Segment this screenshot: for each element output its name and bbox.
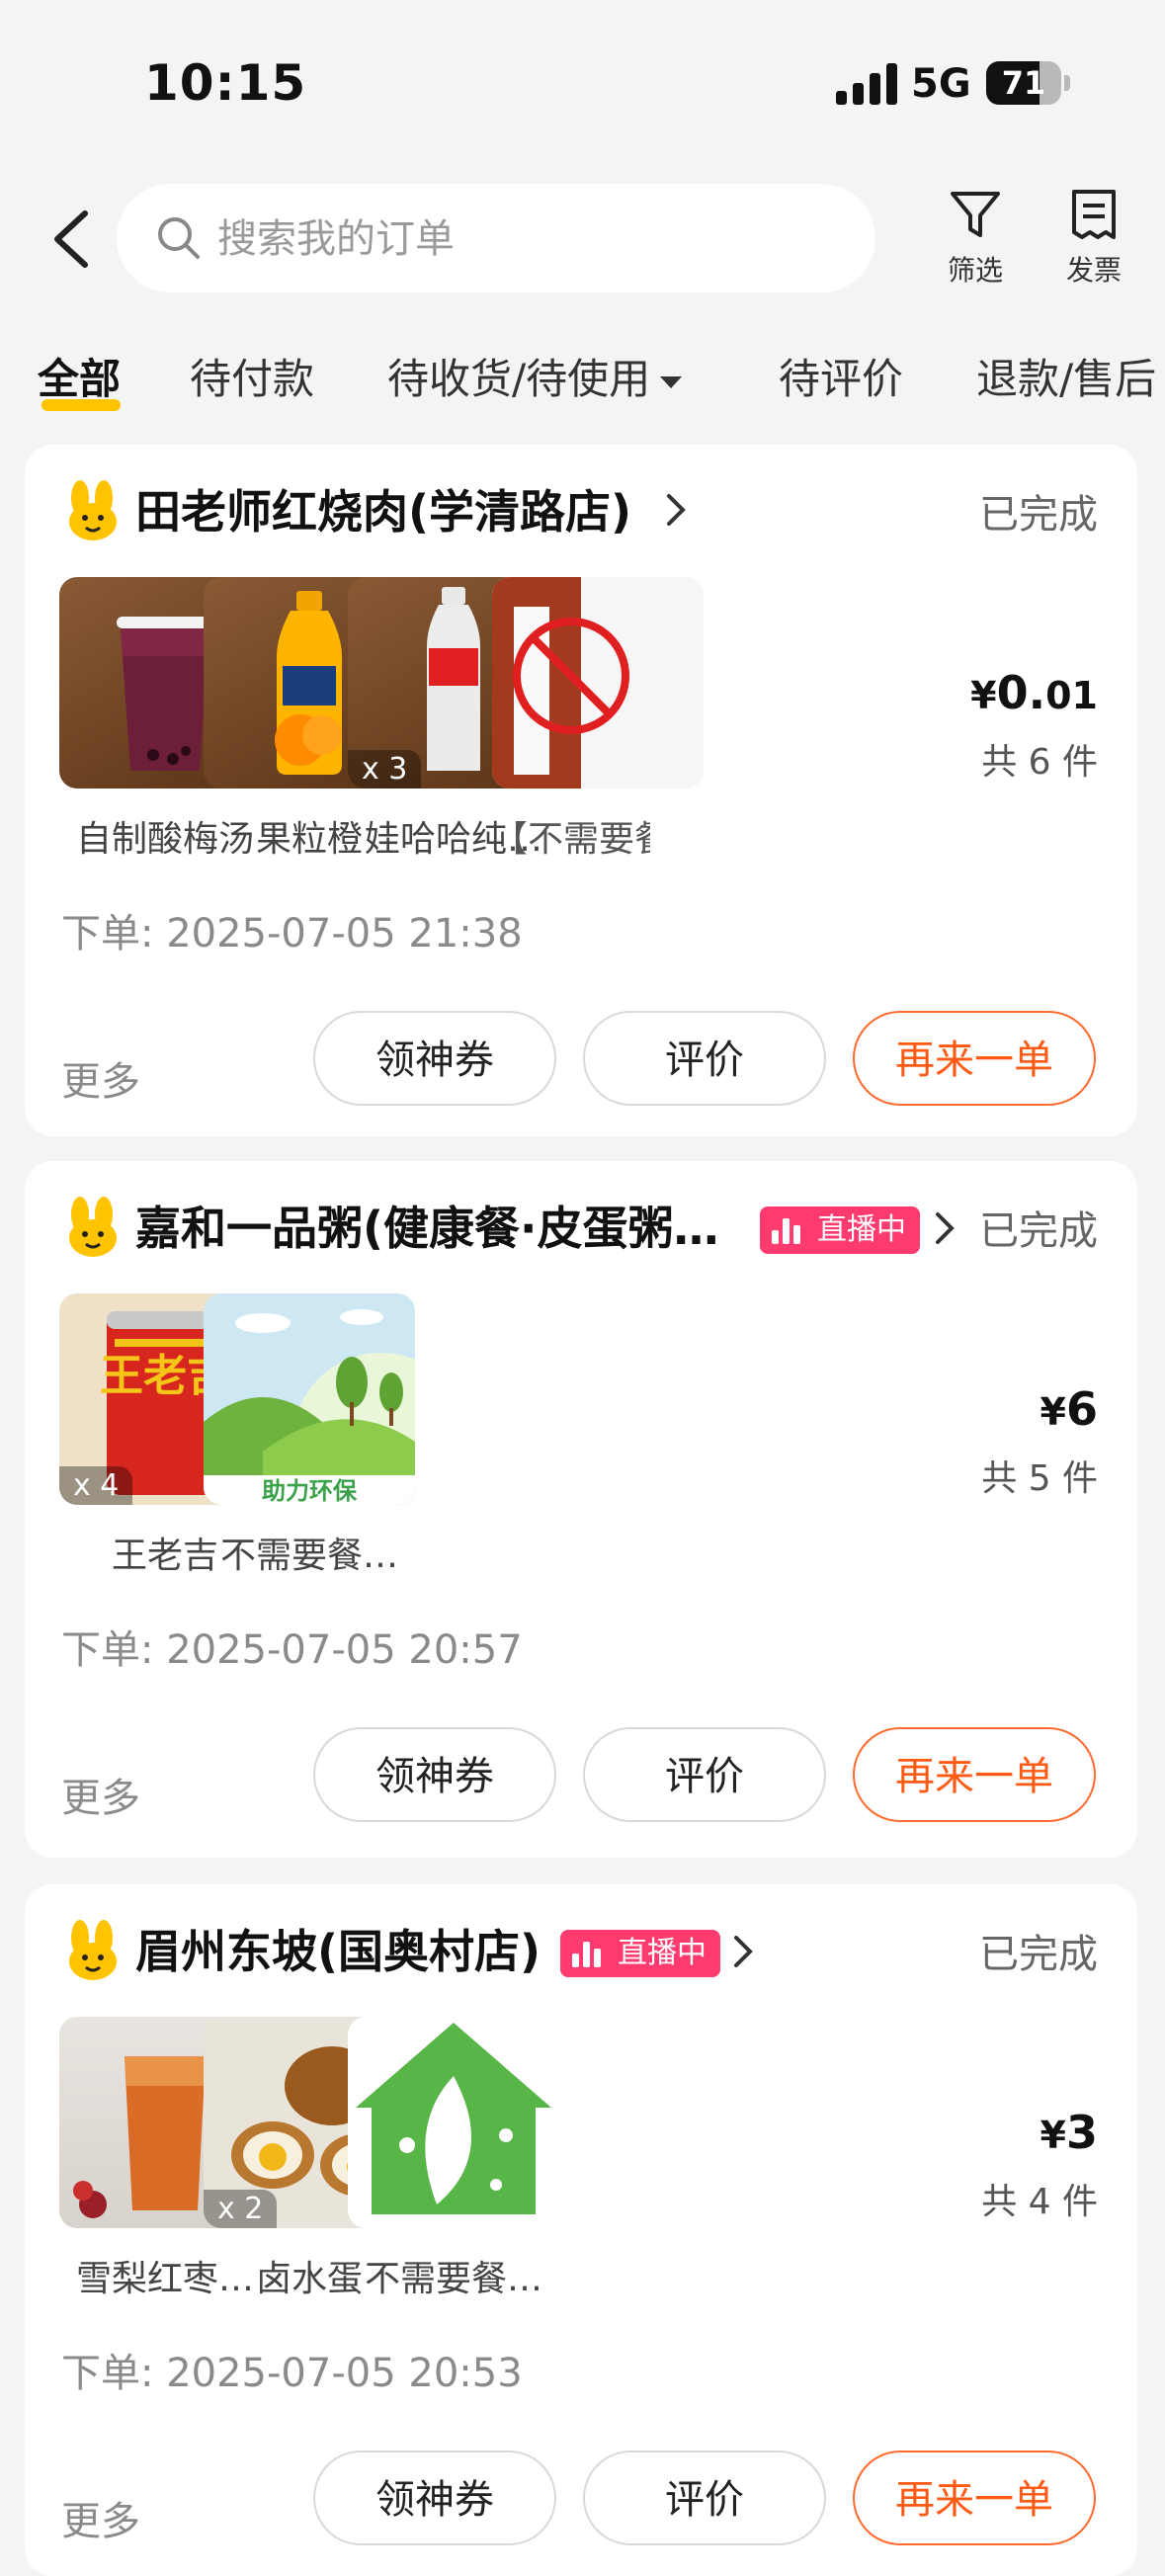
- get-coupon-button[interactable]: 领神券: [313, 1727, 556, 1822]
- signal-icon: [836, 63, 899, 105]
- filter-label: 筛选: [947, 254, 1003, 287]
- item-image[interactable]: 助力环保: [204, 1293, 415, 1505]
- order-status: 已完成: [979, 492, 1098, 538]
- order-price: ¥6: [1040, 1382, 1098, 1436]
- order-status: 已完成: [979, 1208, 1098, 1254]
- order-card[interactable]: 田老师红烧肉(学清路店) 已完成 x 3 自制酸梅汤 果粒橙 娃哈哈纯… 【不需…: [25, 445, 1137, 1136]
- reorder-button[interactable]: 再来一单: [853, 1011, 1096, 1106]
- invoice-icon: [1072, 190, 1116, 239]
- chevron-right-icon: [667, 494, 686, 526]
- meituan-kangaroo-icon: [69, 1920, 117, 1980]
- review-button[interactable]: 评价: [583, 2451, 826, 2545]
- item-name: 不需要餐…: [219, 1536, 398, 1576]
- order-price: ¥0.01: [970, 666, 1098, 719]
- currency-symbol: ¥: [1040, 2114, 1066, 2157]
- get-coupon-button[interactable]: 领神券: [313, 1011, 556, 1106]
- search-input[interactable]: [215, 206, 812, 273]
- caret-down-icon: [660, 375, 683, 388]
- live-bars-icon: [772, 1218, 805, 1244]
- review-button[interactable]: 评价: [583, 1727, 826, 1822]
- eco-friendly-image: 助力环保: [204, 1309, 415, 1505]
- get-coupon-button[interactable]: 领神券: [313, 2451, 556, 2545]
- shop-name[interactable]: 嘉和一品粥(健康餐·皮蛋粥…: [135, 1193, 719, 1258]
- order-time: 下单: 2025-07-05 20:57: [61, 1627, 523, 1673]
- price-decimal: 01: [1045, 674, 1098, 717]
- back-button[interactable]: [49, 209, 99, 269]
- shop-name[interactable]: 田老师红烧肉(学清路店): [135, 476, 631, 541]
- tab-pending-receipt-label: 待收货/待使用: [387, 355, 651, 403]
- order-time: 下单: 2025-07-05 20:53: [61, 2351, 523, 2396]
- filter-button[interactable]: 筛选: [921, 188, 1030, 289]
- item-quantity: x 4: [59, 1466, 133, 1505]
- reorder-button[interactable]: 再来一单: [853, 2451, 1096, 2545]
- order-price: ¥3: [1040, 2106, 1098, 2159]
- no-utensils-image: [492, 577, 629, 789]
- live-badge-label: 直播中: [817, 1212, 906, 1247]
- battery-tip: [1064, 75, 1070, 91]
- live-bars-icon: [572, 1942, 606, 1967]
- currency-symbol: ¥: [1040, 1390, 1066, 1434]
- tab-refund[interactable]: 退款/售后: [976, 346, 1156, 406]
- invoice-button[interactable]: 发票: [1040, 188, 1148, 289]
- item-image[interactable]: [348, 2017, 559, 2228]
- active-tab-indicator: [42, 399, 121, 411]
- item-count: 共 4 件: [981, 2182, 1098, 2222]
- meituan-kangaroo-icon: [69, 1197, 117, 1257]
- currency-symbol: ¥: [970, 674, 997, 717]
- search-bar[interactable]: [117, 184, 875, 292]
- item-count: 共 6 件: [981, 742, 1098, 783]
- reorder-button[interactable]: 再来一单: [853, 1727, 1096, 1822]
- order-status: 已完成: [979, 1932, 1098, 1977]
- tab-pending-review[interactable]: 待评价: [779, 346, 903, 406]
- chevron-left-icon: [54, 210, 88, 268]
- eco-label: 助力环保: [262, 1477, 358, 1505]
- order-tabs: 全部 待付款 待收货/待使用 待评价 退款/售后: [0, 336, 1165, 425]
- meituan-kangaroo-icon: [69, 480, 117, 540]
- order-card[interactable]: 眉州东坡(国奥村店) 直播中 已完成 x 2 雪梨红枣… 卤水蛋 不需要餐… ¥…: [25, 1884, 1137, 2576]
- tab-pending-payment[interactable]: 待付款: [190, 346, 314, 406]
- more-button[interactable]: 更多: [61, 1049, 140, 1107]
- shop-name[interactable]: 眉州东坡(国奥村店): [135, 1916, 541, 1981]
- price-main: 3: [1065, 2106, 1098, 2159]
- status-bar: 10:15 5G 71: [0, 0, 1165, 168]
- live-badge-label: 直播中: [618, 1936, 707, 1970]
- invoice-label: 发票: [1065, 254, 1122, 287]
- order-time: 下单: 2025-07-05 21:38: [61, 911, 523, 956]
- item-image[interactable]: [492, 577, 704, 789]
- tab-all[interactable]: 全部: [38, 346, 121, 406]
- filter-icon: [951, 192, 1000, 237]
- live-badge[interactable]: 直播中: [760, 1206, 920, 1254]
- battery-icon: 71: [986, 61, 1061, 105]
- item-name: 不需要餐…: [364, 2259, 542, 2299]
- price-main: 6: [1065, 1382, 1098, 1436]
- green-house-leaf-image: [356, 2023, 551, 2214]
- chevron-right-icon: [734, 1936, 753, 1967]
- item-quantity: x 3: [348, 750, 422, 789]
- status-time: 10:15: [144, 54, 307, 112]
- order-card[interactable]: 嘉和一品粥(健康餐·皮蛋粥… 直播中 已完成 王老吉 x 4 助力环保 王老吉 …: [25, 1161, 1137, 1858]
- more-button[interactable]: 更多: [61, 1766, 140, 1823]
- more-button[interactable]: 更多: [61, 2489, 140, 2546]
- network-label: 5G: [911, 61, 971, 107]
- item-count: 共 5 件: [981, 1458, 1098, 1499]
- item-name: 【不需要餐: [492, 819, 650, 860]
- live-badge[interactable]: 直播中: [560, 1930, 720, 1977]
- item-quantity: x 2: [204, 2190, 278, 2228]
- tab-pending-receipt[interactable]: 待收货/待使用: [387, 346, 683, 406]
- battery-level: 71: [1001, 64, 1046, 102]
- chevron-right-icon: [936, 1212, 955, 1244]
- review-button[interactable]: 评价: [583, 1011, 826, 1106]
- search-icon: [158, 217, 200, 259]
- price-main: 0.: [996, 666, 1046, 719]
